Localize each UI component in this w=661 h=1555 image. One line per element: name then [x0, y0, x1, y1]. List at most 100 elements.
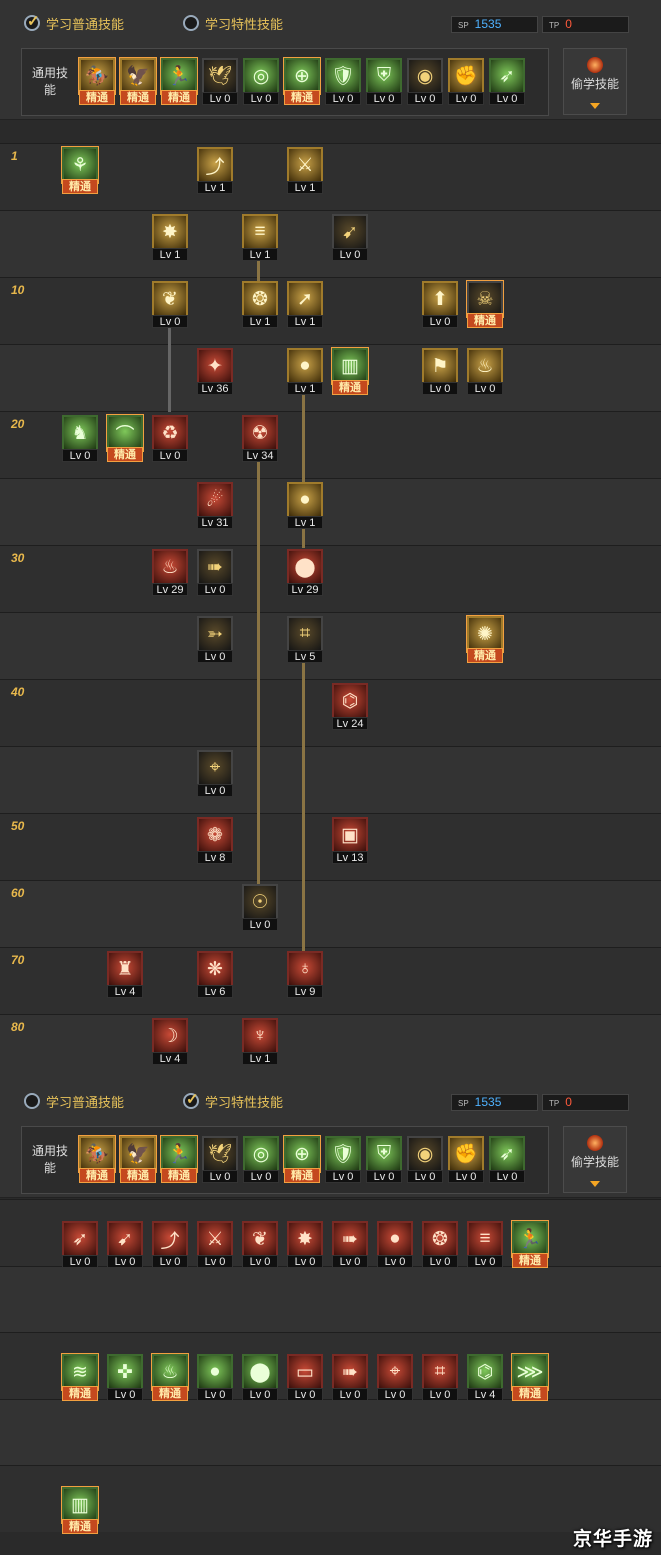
skill-slot[interactable]: ♨ Lv 0: [467, 348, 503, 395]
orb-icon: [587, 1135, 603, 1151]
skill-slot[interactable]: ➠ Lv 0: [332, 1221, 368, 1268]
skill-slot[interactable]: ♨ Lv 29: [152, 549, 188, 596]
skill-slot[interactable]: ⌬ Lv 24: [332, 683, 368, 730]
skill-slot[interactable]: ● Lv 1: [287, 482, 323, 529]
skill-slot[interactable]: ♜ Lv 4: [107, 951, 143, 998]
skill-slot[interactable]: ❦ Lv 0: [242, 1221, 278, 1268]
skill-slot[interactable]: 🏇 精通: [78, 1135, 116, 1183]
skill-slot[interactable]: ✊ Lv 0: [448, 1136, 484, 1183]
skill-slot[interactable]: ◉ Lv 0: [407, 1136, 443, 1183]
skill-slot[interactable]: ≡ Lv 1: [242, 214, 278, 261]
skill-slot[interactable]: 🏃 精通: [511, 1220, 549, 1268]
tab-special-skills-2[interactable]: 学习特性技能: [183, 1090, 283, 1112]
skill-slot[interactable]: ⋙ 精通: [511, 1353, 549, 1401]
skill-slot[interactable]: 🦅 精通: [119, 57, 157, 105]
skill-slot[interactable]: ⚘ 精通: [61, 146, 99, 194]
skill-slot[interactable]: ♞ Lv 0: [62, 415, 98, 462]
sp-code: SP: [458, 21, 469, 30]
drill-icon: ➳: [197, 616, 233, 652]
skill-slot[interactable]: ⊕ 精通: [283, 57, 321, 105]
mastered-badge: 精通: [62, 179, 98, 194]
skill-slot[interactable]: 🏃 精通: [160, 1135, 198, 1183]
skill-slot[interactable]: ❋ Lv 6: [197, 951, 233, 998]
skill-slot[interactable]: ⚑ Lv 0: [422, 348, 458, 395]
skill-slot[interactable]: ✜ Lv 0: [107, 1354, 143, 1401]
skill-slot[interactable]: ⚔ Lv 0: [197, 1221, 233, 1268]
skill-slot[interactable]: ⊕ 精通: [283, 1135, 321, 1183]
skill-slot[interactable]: ➹ Lv 0: [107, 1221, 143, 1268]
skill-slot[interactable]: ▣ Lv 13: [332, 817, 368, 864]
skill-slot[interactable]: 🏇 精通: [78, 57, 116, 105]
skill-slot[interactable]: ≡ Lv 0: [467, 1221, 503, 1268]
skill-slot[interactable]: ⌗ Lv 5: [287, 616, 323, 663]
skill-slot[interactable]: ▭ Lv 0: [287, 1354, 323, 1401]
skill-slot[interactable]: ⬤ Lv 0: [242, 1354, 278, 1401]
skill-slot[interactable]: ◉ Lv 0: [407, 58, 443, 105]
skill-slot[interactable]: ▥ 精通: [61, 1486, 99, 1534]
mastered-badge: 精通: [467, 648, 503, 663]
skill-slot[interactable]: ➠ Lv 0: [332, 1354, 368, 1401]
skill-slot[interactable]: ☢ Lv 34: [242, 415, 278, 462]
grenade2-icon: ●: [287, 482, 323, 518]
skill-slot[interactable]: 🛡 Lv 0: [325, 58, 361, 105]
skill-slot[interactable]: ✦ Lv 36: [197, 348, 233, 395]
skill-slot[interactable]: ☄ Lv 31: [197, 482, 233, 529]
skill-slot[interactable]: ➹ Lv 0: [332, 214, 368, 261]
skill-slot[interactable]: ⬤ Lv 29: [287, 549, 323, 596]
skill-slot[interactable]: ⌗ Lv 0: [422, 1354, 458, 1401]
skill-slot[interactable]: ⌖ Lv 0: [377, 1354, 413, 1401]
skill-slot[interactable]: ● Lv 0: [377, 1221, 413, 1268]
skill-slot[interactable]: ☽ Lv 4: [152, 1018, 188, 1065]
skill-slot[interactable]: 🛡 Lv 0: [325, 1136, 361, 1183]
skill-slot[interactable]: 🕊 Lv 0: [202, 1136, 238, 1183]
skill-slot[interactable]: ● Lv 0: [197, 1354, 233, 1401]
tab-special-skills[interactable]: 学习特性技能: [183, 12, 283, 34]
skill-slot[interactable]: ● Lv 1: [287, 348, 323, 395]
sp-code: SP: [458, 1099, 469, 1108]
target-icon: ◎: [243, 1136, 279, 1172]
skill-slot[interactable]: ☠ 精通: [466, 280, 504, 328]
skill-slot[interactable]: ➶ Lv 0: [489, 1136, 525, 1183]
skill-slot[interactable]: ⌖ Lv 0: [197, 750, 233, 797]
tree-row: [0, 746, 661, 813]
skill-slot[interactable]: ➶ Lv 0: [489, 58, 525, 105]
tab-normal-skills-2[interactable]: 学习普通技能: [24, 1090, 124, 1112]
skill-slot[interactable]: ➶ Lv 0: [62, 1221, 98, 1268]
skill-slot[interactable]: 🕊 Lv 0: [202, 58, 238, 105]
skill-slot[interactable]: ✊ Lv 0: [448, 58, 484, 105]
chevron-down-icon: [590, 1181, 600, 1187]
skill-slot[interactable]: ♻ Lv 0: [152, 415, 188, 462]
skill-slot[interactable]: ⚔ Lv 1: [287, 147, 323, 194]
skill-slot[interactable]: 🦅 精通: [119, 1135, 157, 1183]
skill-slot[interactable]: ❂ Lv 1: [242, 281, 278, 328]
skill-slot[interactable]: ⤴ Lv 0: [152, 1221, 188, 1268]
skill-slot[interactable]: ▥ 精通: [331, 347, 369, 395]
skill-slot[interactable]: ⤴ Lv 1: [197, 147, 233, 194]
skill-slot[interactable]: ⛨ Lv 0: [366, 58, 402, 105]
skill-slot[interactable]: ☉ Lv 0: [242, 884, 278, 931]
steal-skill-button[interactable]: 偷学技能: [563, 1126, 627, 1193]
skill-slot[interactable]: ⬆ Lv 0: [422, 281, 458, 328]
skill-slot[interactable]: ⌒ 精通: [106, 414, 144, 462]
skill-slot[interactable]: 🏃 精通: [160, 57, 198, 105]
skill-slot[interactable]: ◎ Lv 0: [243, 58, 279, 105]
steal-skill-button[interactable]: 偷学技能: [563, 48, 627, 115]
skill-slot[interactable]: ➚ Lv 1: [287, 281, 323, 328]
skill-slot[interactable]: ❂ Lv 0: [422, 1221, 458, 1268]
skill-slot[interactable]: ⌬ Lv 4: [467, 1354, 503, 1401]
skill-slot[interactable]: ≋ 精通: [61, 1353, 99, 1401]
skill-slot[interactable]: ❁ Lv 8: [197, 817, 233, 864]
tab-normal-skills[interactable]: 学习普通技能: [24, 12, 124, 34]
mastered-badge: 精通: [120, 1168, 156, 1183]
skill-slot[interactable]: ❦ Lv 0: [152, 281, 188, 328]
skill-slot[interactable]: ♆ Lv 1: [242, 1018, 278, 1065]
skill-slot[interactable]: ♁ Lv 9: [287, 951, 323, 998]
skill-slot[interactable]: ✺ 精通: [466, 615, 504, 663]
skill-slot[interactable]: ✸ Lv 1: [152, 214, 188, 261]
skill-slot[interactable]: ➳ Lv 0: [197, 616, 233, 663]
skill-slot[interactable]: ✸ Lv 0: [287, 1221, 323, 1268]
skill-slot[interactable]: ⛨ Lv 0: [366, 1136, 402, 1183]
skill-slot[interactable]: ➠ Lv 0: [197, 549, 233, 596]
skill-slot[interactable]: ♨ 精通: [151, 1353, 189, 1401]
skill-slot[interactable]: ◎ Lv 0: [243, 1136, 279, 1183]
